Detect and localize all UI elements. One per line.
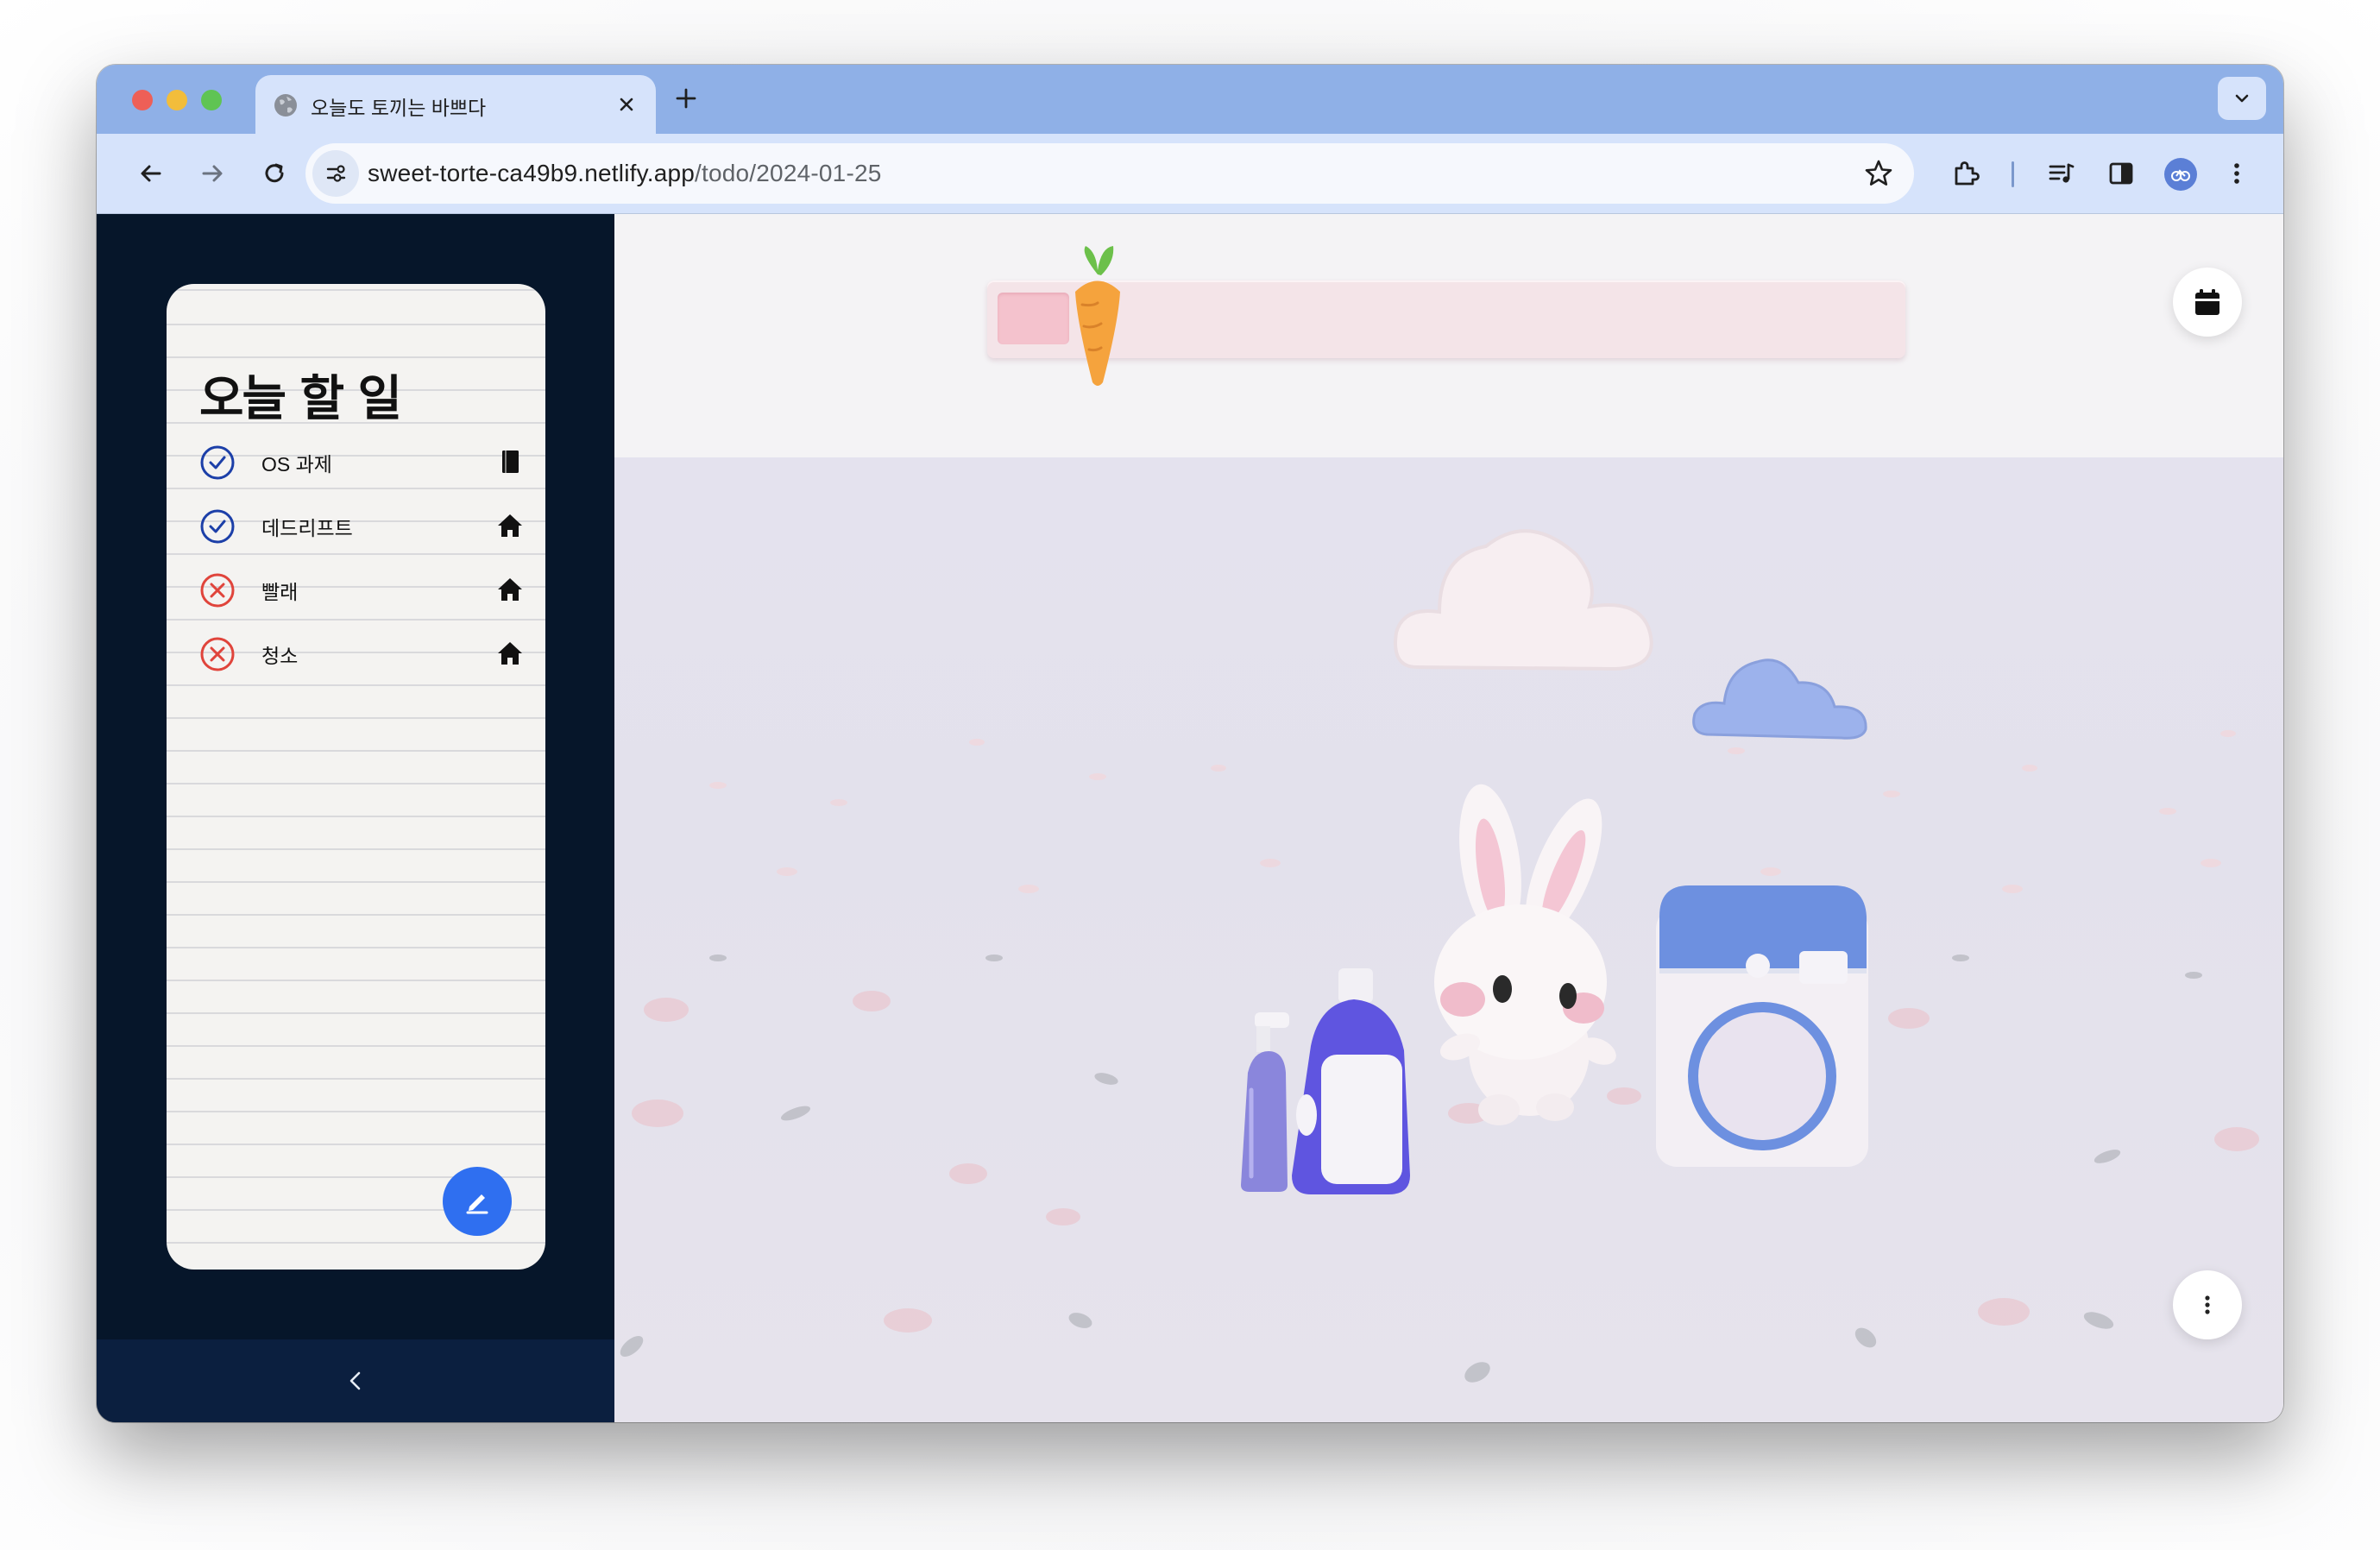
- x-circle-icon[interactable]: [199, 636, 236, 672]
- home-icon: [498, 514, 522, 537]
- edit-todo-button[interactable]: [443, 1167, 512, 1236]
- todo-item[interactable]: 청소: [199, 622, 524, 684]
- toolbar-separator: [2012, 161, 2014, 187]
- browser-window: 오늘도 토끼는 바쁘다 sweet-torte-ca49b9.netlify.a…: [97, 65, 2283, 1422]
- profile-avatar[interactable]: [2164, 158, 2197, 191]
- chevron-left-icon[interactable]: [340, 1365, 371, 1396]
- chevron-down-icon: [2235, 94, 2249, 103]
- detergent-bottle-icon: [1292, 968, 1410, 1194]
- home-icon: [498, 578, 522, 601]
- bunny-scene: [614, 214, 2283, 1422]
- new-tab-icon[interactable]: [671, 84, 701, 113]
- close-tab-icon[interactable]: [614, 92, 639, 117]
- page-content: 오늘 할 일 OS 과제 데드리프트 빨래 청소: [97, 214, 2283, 1422]
- tab-strip: 오늘도 토끼는 바쁘다: [97, 65, 2283, 134]
- todo-item[interactable]: 데드리프트: [199, 495, 524, 557]
- reload-icon[interactable]: [257, 156, 292, 191]
- calendar-button[interactable]: [2173, 268, 2242, 337]
- todo-label: OS 과제: [261, 453, 332, 476]
- url-path: /todo/2024-01-25: [695, 160, 882, 186]
- progress-fill: [998, 293, 1069, 344]
- todo-item[interactable]: 빨래: [199, 558, 524, 621]
- todo-label: 청소: [261, 645, 299, 667]
- todo-notepad: 오늘 할 일 OS 과제 데드리프트 빨래 청소: [167, 284, 545, 1270]
- media-controls-icon[interactable]: [2043, 156, 2078, 191]
- check-circle-icon[interactable]: [199, 444, 236, 481]
- tab-title: 오늘도 토끼는 바쁘다: [311, 97, 487, 119]
- bunny-character: [1434, 784, 1616, 1125]
- globe-icon: [274, 94, 297, 117]
- url-text: sweet-torte-ca49b9.netlify.app/todo/2024…: [368, 160, 882, 187]
- check-circle-icon[interactable]: [199, 508, 236, 545]
- book-icon: [502, 451, 519, 473]
- address-bar[interactable]: sweet-torte-ca49b9.netlify.app/todo/2024…: [305, 143, 1914, 204]
- avatar-icon: [2171, 169, 2190, 181]
- forward-arrow-icon[interactable]: [195, 156, 230, 191]
- pencil-icon: [466, 1194, 488, 1214]
- site-settings-icon: [326, 165, 346, 182]
- minimize-window-button[interactable]: [167, 90, 187, 110]
- maximize-window-button[interactable]: [201, 90, 222, 110]
- browser-toolbar: sweet-torte-ca49b9.netlify.app/todo/2024…: [97, 134, 2283, 214]
- x-circle-icon[interactable]: [199, 572, 236, 608]
- back-arrow-icon[interactable]: [134, 156, 168, 191]
- bookmark-star-icon[interactable]: [1862, 157, 1895, 190]
- calendar-icon: [2195, 289, 2219, 315]
- site-info-button[interactable]: [312, 150, 359, 197]
- sidebar: 오늘 할 일 OS 과제 데드리프트 빨래 청소: [97, 214, 614, 1422]
- url-host: sweet-torte-ca49b9.netlify.app: [368, 160, 696, 186]
- desktop-background: 오늘도 토끼는 바쁘다 sweet-torte-ca49b9.netlify.a…: [0, 0, 2380, 1550]
- todo-title: 오늘 할 일: [199, 371, 402, 427]
- blue-cloud-icon: [1692, 658, 1867, 740]
- browser-menu-icon[interactable]: [2219, 156, 2254, 191]
- home-icon: [498, 642, 522, 665]
- more-vertical-icon: [2205, 1295, 2210, 1314]
- washing-machine-icon: [1656, 885, 1868, 1167]
- more-options-button[interactable]: [2173, 1270, 2242, 1339]
- side-panel-icon[interactable]: [2104, 156, 2138, 191]
- extensions-icon[interactable]: [1949, 156, 1983, 191]
- todo-item[interactable]: OS 과제: [199, 431, 524, 493]
- cloud-icon: [1394, 529, 1653, 671]
- close-window-button[interactable]: [132, 90, 153, 110]
- browser-tab[interactable]: 오늘도 토끼는 바쁘다: [255, 75, 656, 134]
- carrot-icon: [1075, 246, 1120, 386]
- sidebar-footer: [97, 1339, 614, 1422]
- tab-search-button[interactable]: [2218, 77, 2266, 120]
- todo-label: 데드리프트: [261, 517, 353, 539]
- todo-label: 빨래: [261, 581, 299, 603]
